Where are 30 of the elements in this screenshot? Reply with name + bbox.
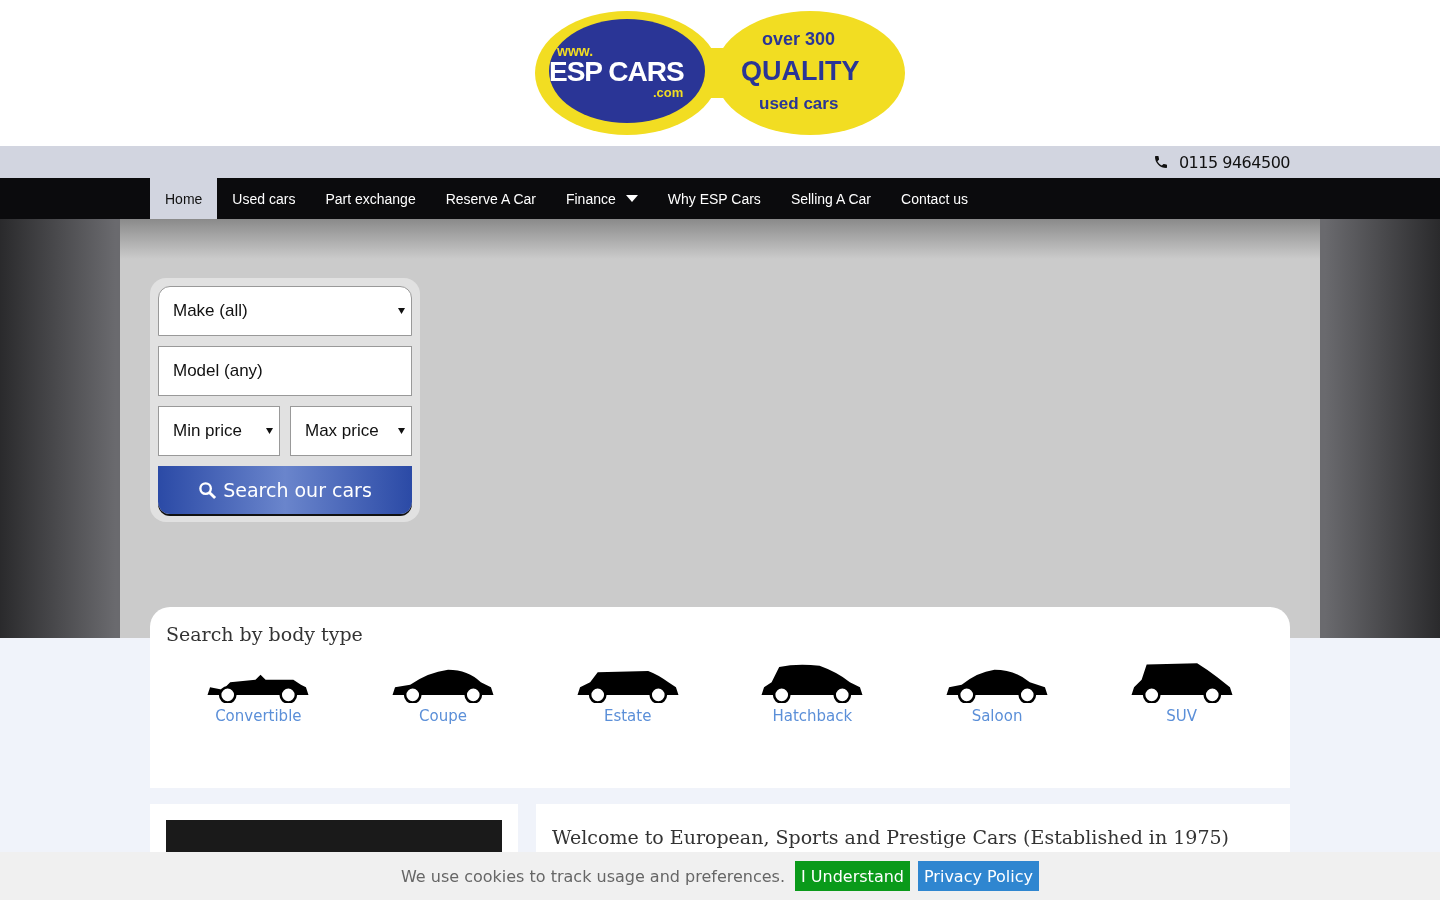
nav-item[interactable]: Used cars	[217, 178, 311, 219]
nav-item[interactable]: Contact us	[886, 178, 983, 219]
nav-item[interactable]: Part exchange	[310, 178, 431, 219]
nav-item[interactable]: Why ESP Cars	[652, 178, 776, 219]
caret-icon	[398, 308, 405, 314]
search-icon	[198, 480, 218, 500]
min-price-select[interactable]: Min price	[158, 406, 280, 456]
caret-icon	[266, 428, 273, 434]
nav-item[interactable]: Home	[150, 178, 218, 219]
phone-number[interactable]: 0115 9464500	[1178, 152, 1290, 172]
caret-icon	[398, 428, 405, 434]
section-title: Search by body type	[166, 623, 364, 645]
logo-tagline-text: QUALITY	[741, 58, 860, 85]
logo-tagline-text: over 300	[762, 30, 836, 48]
privacy-policy-button[interactable]: Privacy Policy	[918, 861, 1040, 891]
accept-button[interactable]: I Understand	[795, 861, 910, 891]
search-button[interactable]: Search our cars	[158, 466, 412, 514]
nav-item[interactable]: Selling A Car	[775, 178, 887, 219]
cookie-text: We use cookies to track usage and preferences.	[400, 866, 786, 886]
logo-brand-text: ESP CARS	[549, 58, 684, 86]
logo-www-text: www.	[557, 44, 594, 58]
phone-icon	[1152, 154, 1169, 170]
max-price-select[interactable]: Max price	[290, 406, 412, 456]
logo-tagline-text: used cars	[759, 95, 839, 112]
welcome-heading: Welcome to European, Sports and Prestige Cars (Established in 1975)	[552, 826, 1230, 848]
nav-item[interactable]: Reserve A Car	[430, 178, 551, 219]
make-select[interactable]: Make (all)	[158, 286, 412, 336]
nav-item[interactable]: Finance	[550, 178, 653, 219]
model-select[interactable]: Model (any)	[158, 346, 412, 396]
logo-domain-text: .com	[653, 86, 684, 99]
